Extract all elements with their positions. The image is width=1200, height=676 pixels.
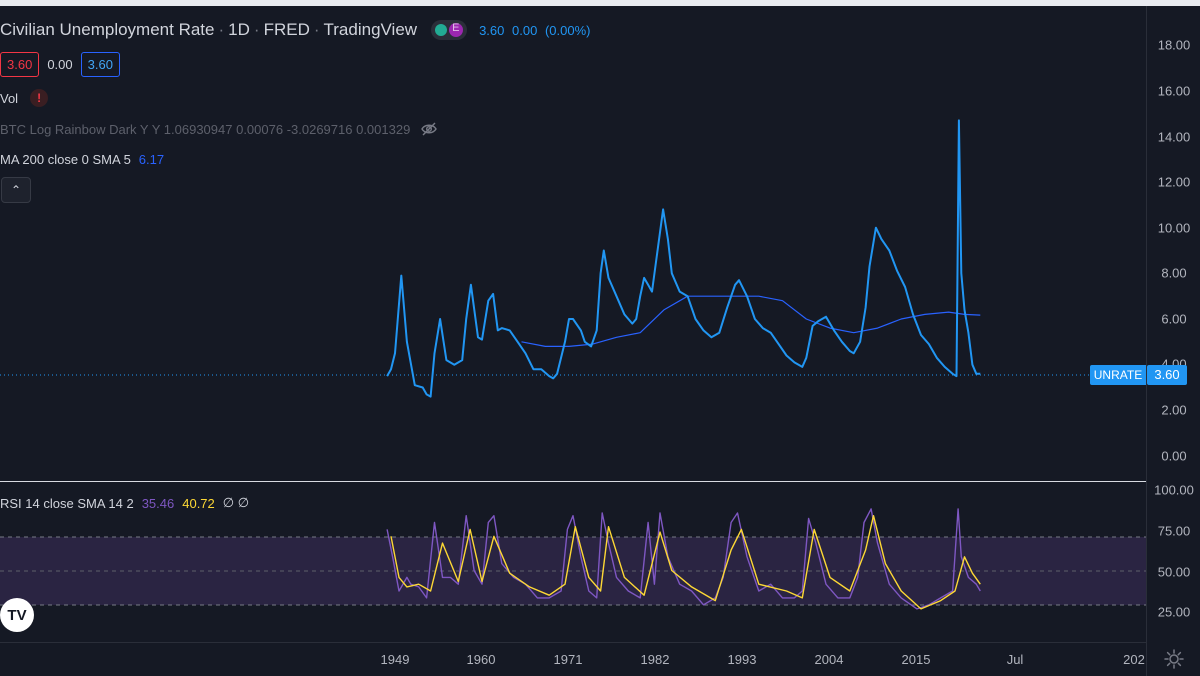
vol-label[interactable]: Vol [0, 91, 18, 106]
separator: · [253, 20, 260, 39]
btc-rainbow-label[interactable]: BTC Log Rainbow Dark Y Y 1.06930947 0.00… [0, 122, 410, 137]
unrate-line [386, 119, 981, 398]
price-tick: 10.00 [1157, 220, 1191, 236]
time-tick: 202 [1123, 652, 1145, 667]
platform-label: TradingView [323, 20, 418, 39]
time-tick: 1982 [640, 652, 670, 667]
buy-price-box[interactable]: 3.60 [80, 51, 120, 77]
ohlc-values: 3.60 0.00 (0.00%) [479, 23, 594, 38]
price-tick: 16.00 [1157, 83, 1191, 99]
series-name-label: UNRATE [1090, 365, 1146, 385]
time-tick: 1971 [553, 652, 583, 667]
rsi-value: 35.46 [141, 495, 175, 511]
sell-price-box[interactable]: 3.60 [0, 51, 40, 77]
rsi-extra-values: ∅ ∅ [222, 495, 250, 510]
chevron-up-icon: ⌃ [10, 183, 22, 197]
change-value: 0.00 [512, 22, 538, 38]
price-scale-border [1146, 6, 1147, 676]
vol-indicator-legend[interactable]: Vol ! [0, 88, 49, 108]
collapse-legend-button[interactable]: ⌃ [1, 177, 31, 203]
change-percent: (0.00%) [544, 22, 591, 38]
time-tick: Jul [1006, 652, 1024, 667]
time-tick: 1949 [380, 652, 410, 667]
separator: · [218, 20, 225, 39]
spread-value: 0.00 [47, 56, 73, 72]
price-tick: 6.00 [1161, 311, 1187, 327]
rsi-indicator-legend[interactable]: RSI 14 close SMA 14 2 35.46 40.72 ∅ ∅ [0, 494, 249, 512]
last-value: 3.60 [479, 22, 505, 38]
rsi-tick: 75.00 [1157, 523, 1191, 539]
ma-200-line [521, 295, 981, 347]
rsi-tick: 25.00 [1157, 604, 1191, 620]
time-tick: 2015 [901, 652, 931, 667]
price-tick: 8.00 [1161, 265, 1187, 281]
time-tick: 2004 [814, 652, 844, 667]
rsi-label[interactable]: RSI 14 close SMA 14 2 [0, 496, 134, 511]
rsi-tick: 100.00 [1154, 482, 1194, 498]
interval-label[interactable]: 1D [228, 20, 250, 40]
tradingview-logo[interactable]: TV [0, 598, 34, 632]
rsi-tick: 50.00 [1157, 564, 1191, 580]
time-tick: 1993 [727, 652, 757, 667]
pane-divider[interactable] [0, 481, 1146, 482]
price-tick: 14.00 [1157, 129, 1191, 145]
price-tick: 2.00 [1161, 402, 1187, 418]
price-tick: 12.00 [1157, 174, 1191, 190]
rsi-ma-value: 40.72 [182, 495, 215, 511]
market-status-icons[interactable] [431, 20, 468, 40]
warning-icon[interactable]: ! [30, 89, 49, 107]
source-label: FRED [263, 20, 310, 39]
ma-indicator-legend[interactable]: MA 200 close 0 SMA 5 6.17 [0, 149, 164, 169]
btc-rainbow-legend[interactable]: BTC Log Rainbow Dark Y Y 1.06930947 0.00… [0, 119, 438, 139]
price-tick: 18.00 [1157, 37, 1191, 53]
chart-canvas[interactable] [0, 0, 1200, 676]
price-boxes[interactable]: 3.60 0.00 3.60 [0, 51, 128, 77]
price-tick: 0.00 [1161, 448, 1187, 464]
symbol-name[interactable]: Civilian Unemployment Rate [0, 20, 214, 40]
gear-icon[interactable] [1163, 648, 1185, 670]
last-price-tag: 3.60 [1147, 365, 1187, 385]
symbol-legend[interactable]: Civilian Unemployment Rate · 1D · FRED ·… [0, 18, 594, 42]
price-series-group [386, 119, 981, 398]
eye-hidden-icon[interactable] [420, 120, 438, 138]
economic-data-icon[interactable] [449, 22, 464, 37]
ma-value: 6.17 [138, 151, 165, 167]
time-scale-border [0, 642, 1146, 643]
ma-label[interactable]: MA 200 close 0 SMA 5 [0, 152, 131, 167]
separator: · [313, 20, 320, 39]
market-open-icon[interactable] [435, 24, 448, 36]
time-tick: 1960 [466, 652, 496, 667]
